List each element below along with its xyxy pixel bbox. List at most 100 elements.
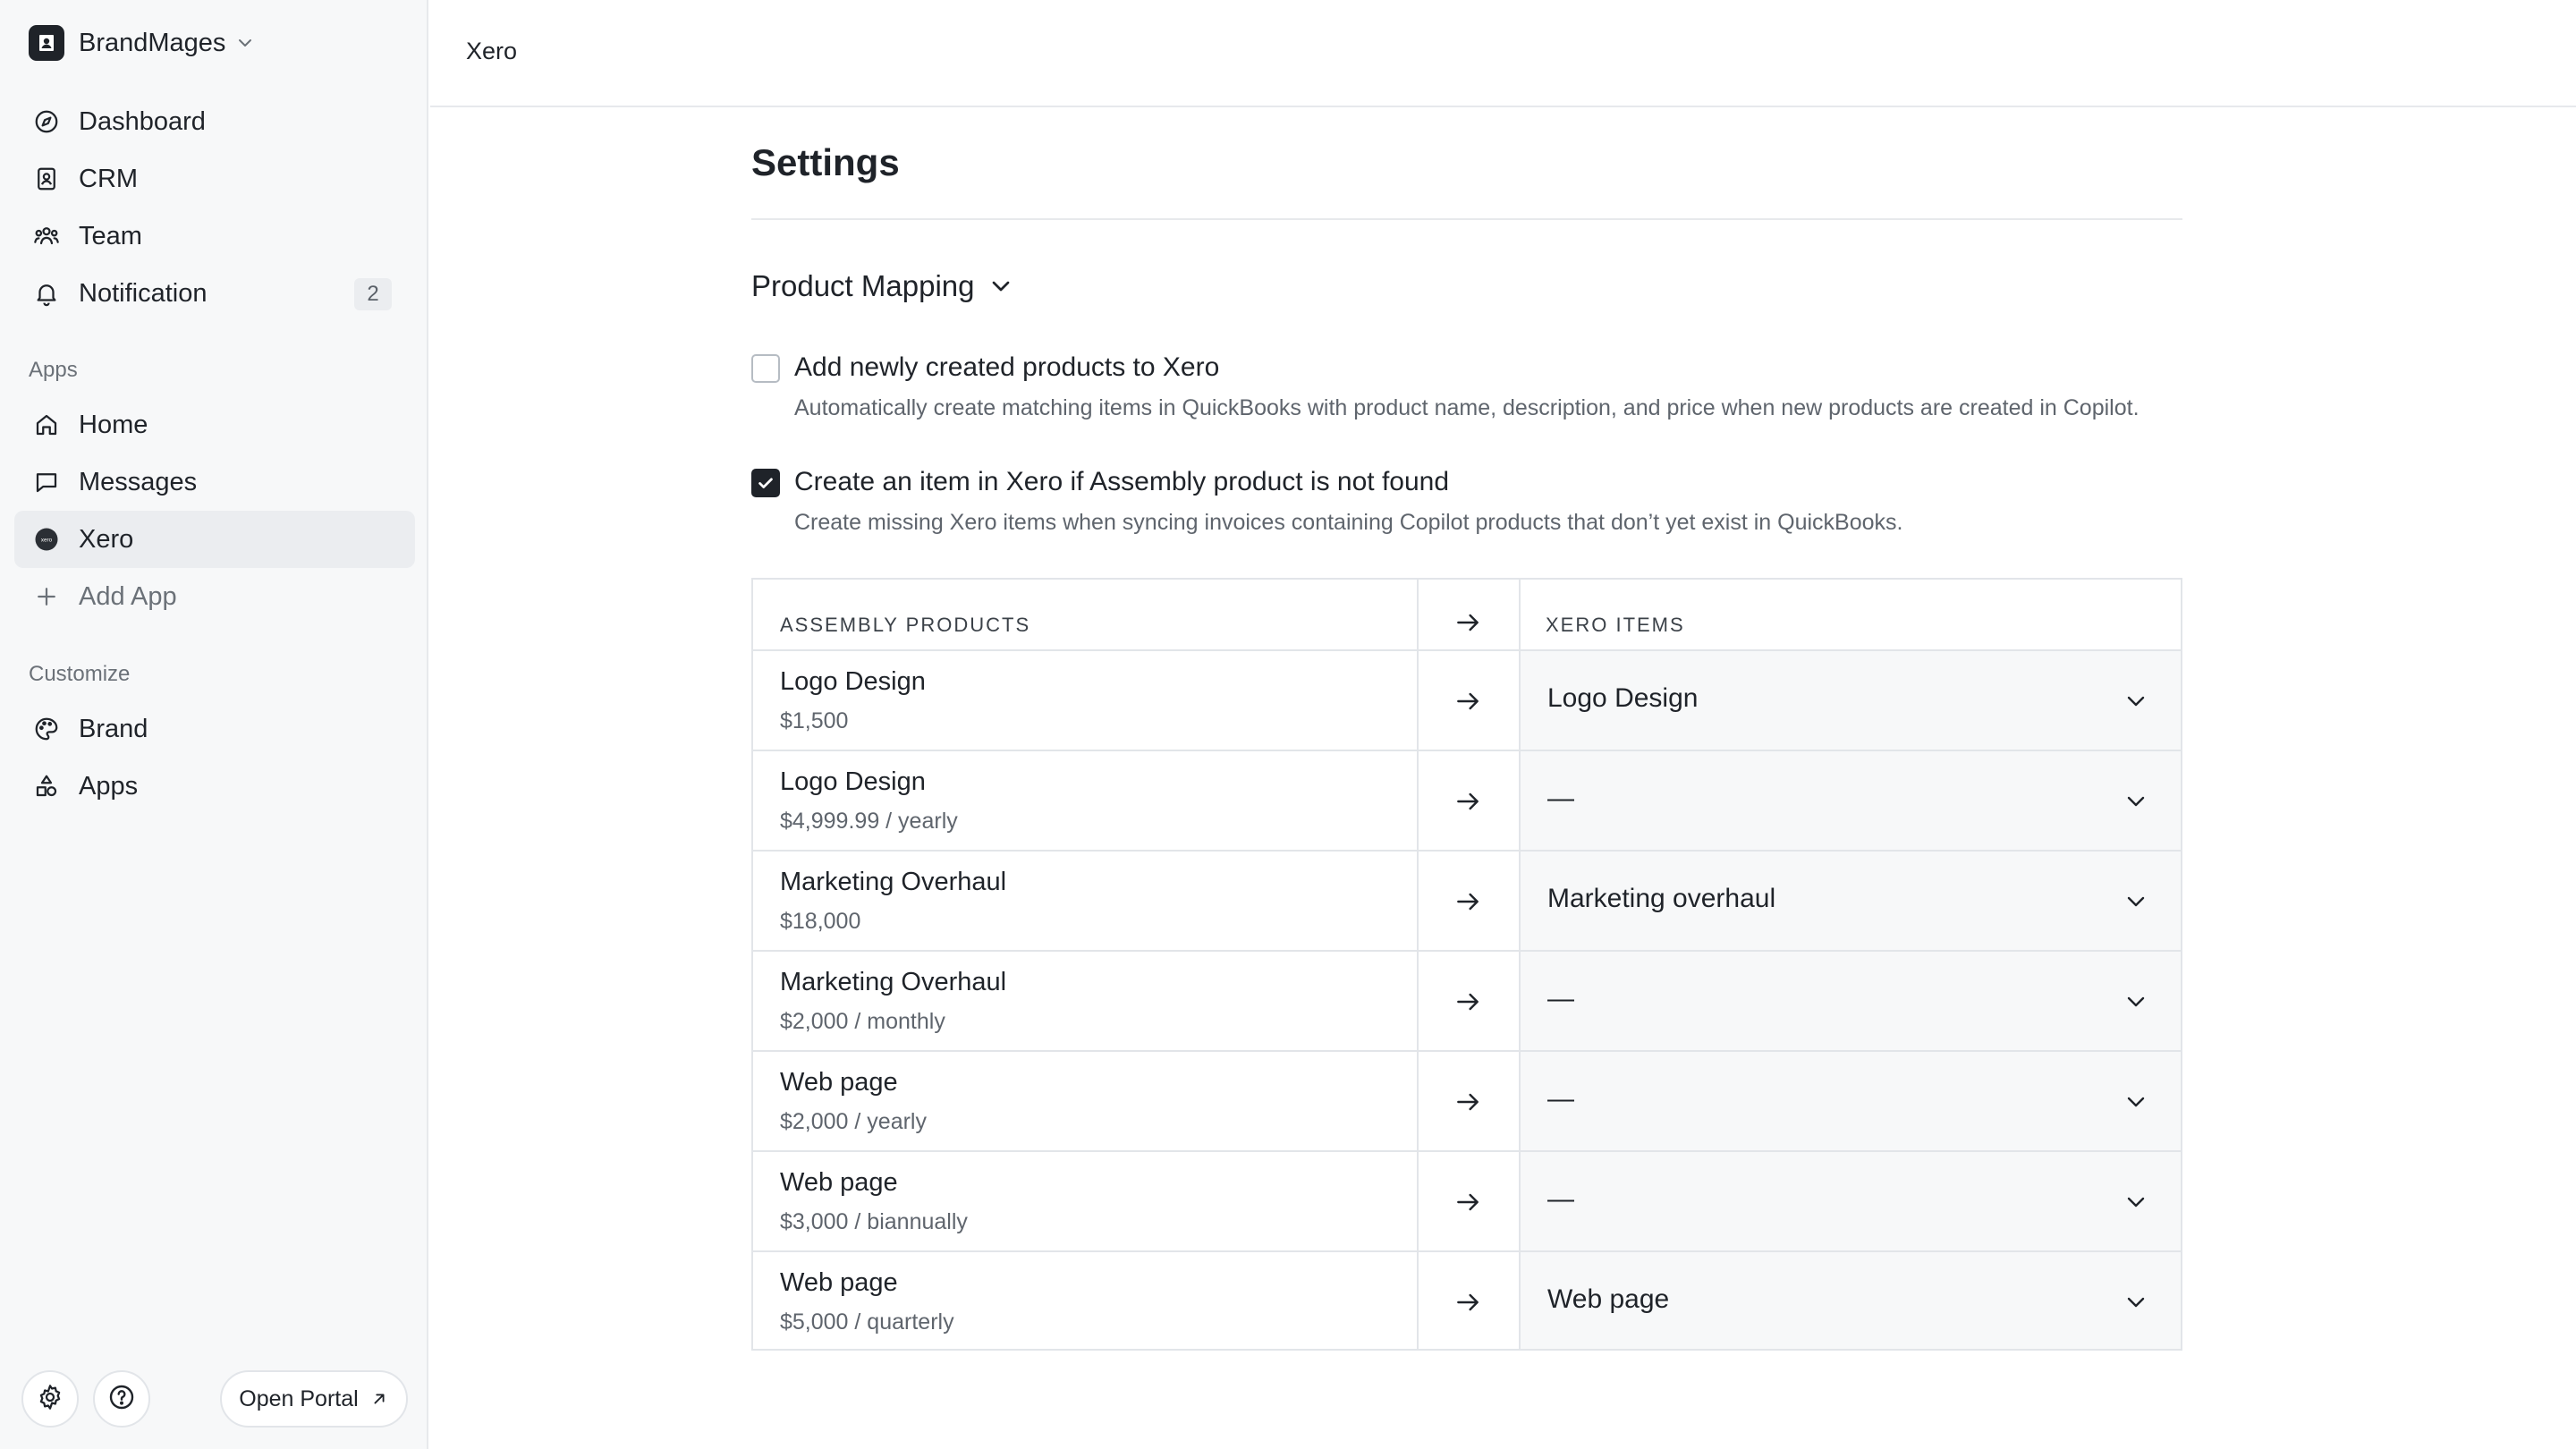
xero-item-value: — bbox=[1547, 1184, 1574, 1214]
help-button[interactable] bbox=[93, 1370, 150, 1428]
table-row: Logo Design $1,500 Logo Design bbox=[753, 651, 2181, 751]
notification-count-badge: 2 bbox=[354, 278, 392, 310]
table-row: Marketing Overhaul $2,000 / monthly — bbox=[753, 952, 2181, 1052]
xero-item-value: Marketing overhaul bbox=[1547, 884, 1776, 913]
chevron-down-icon bbox=[2127, 1097, 2145, 1107]
product-price: $2,000 / monthly bbox=[780, 1009, 945, 1034]
workspace-logo-icon bbox=[29, 25, 64, 61]
help-circle-icon bbox=[107, 1383, 136, 1416]
product-name: Web page bbox=[780, 1268, 898, 1297]
table-row: Marketing Overhaul $18,000 Marketing ove… bbox=[753, 852, 2181, 952]
xero-item-select[interactable]: Logo Design bbox=[1519, 651, 2181, 750]
svg-text:xero: xero bbox=[41, 538, 53, 544]
palette-icon bbox=[30, 713, 63, 745]
sidebar-item-team[interactable]: Team bbox=[14, 208, 415, 265]
xero-item-select[interactable]: — bbox=[1519, 1152, 2181, 1250]
product-price: $18,000 bbox=[780, 909, 861, 934]
sidebar-item-brand[interactable]: Brand bbox=[14, 700, 415, 758]
table-header: ASSEMBLY PRODUCTS XERO ITEMS bbox=[753, 580, 2181, 651]
product-mapping-table: ASSEMBLY PRODUCTS XERO ITEMS Logo Design… bbox=[751, 578, 2182, 1351]
sidebar-item-add-app[interactable]: Add App bbox=[14, 568, 415, 625]
add-new-products-checkbox[interactable] bbox=[751, 354, 780, 383]
section-title: Product Mapping bbox=[751, 269, 975, 302]
top-bar: Xero bbox=[430, 0, 2576, 107]
shapes-icon bbox=[30, 770, 63, 802]
product-name: Web page bbox=[780, 1068, 898, 1097]
sidebar-item-label: Notification bbox=[79, 278, 208, 308]
chevron-down-icon bbox=[2127, 896, 2145, 907]
product-price: $5,000 / quarterly bbox=[780, 1309, 954, 1335]
product-price: $2,000 / yearly bbox=[780, 1109, 927, 1134]
sidebar-item-apps[interactable]: Apps bbox=[14, 758, 415, 815]
checkmark-icon bbox=[758, 478, 773, 488]
table-row: Web page $3,000 / biannually — bbox=[753, 1152, 2181, 1252]
xero-item-select[interactable]: — bbox=[1519, 952, 2181, 1050]
section-label-customize: Customize bbox=[29, 662, 131, 686]
open-portal-button[interactable]: Open Portal bbox=[220, 1370, 408, 1428]
divider bbox=[751, 218, 2182, 220]
create-missing-item-checkbox[interactable] bbox=[751, 469, 780, 497]
chevron-down-icon bbox=[2127, 1197, 2145, 1208]
sidebar-item-messages[interactable]: Messages bbox=[14, 453, 415, 511]
table-row: Web page $2,000 / yearly — bbox=[753, 1052, 2181, 1152]
xero-item-value: — bbox=[1547, 784, 1574, 813]
xero-item-select[interactable]: Marketing overhaul bbox=[1519, 852, 2181, 950]
sidebar-item-label: Apps bbox=[79, 771, 139, 801]
option-description: Create missing Xero items when syncing i… bbox=[794, 510, 1903, 535]
workspace-switcher[interactable]: BrandMages bbox=[29, 23, 256, 63]
section-label-apps: Apps bbox=[29, 358, 78, 382]
contact-book-icon bbox=[30, 163, 63, 195]
sidebar-item-label: Team bbox=[79, 221, 142, 250]
column-header-xero-items: XERO ITEMS bbox=[1546, 614, 1685, 636]
sidebar-item-notification[interactable]: Notification 2 bbox=[14, 265, 415, 322]
sidebar-item-dashboard[interactable]: Dashboard bbox=[14, 93, 415, 150]
home-icon bbox=[30, 409, 63, 441]
xero-item-select[interactable]: Web page bbox=[1519, 1252, 2181, 1352]
xero-item-value: — bbox=[1547, 984, 1574, 1013]
chevron-down-icon bbox=[2127, 1297, 2145, 1308]
xero-item-select[interactable]: — bbox=[1519, 1052, 2181, 1150]
sidebar-item-xero[interactable]: xero Xero bbox=[14, 511, 415, 568]
plus-icon bbox=[30, 580, 63, 613]
compass-icon bbox=[30, 106, 63, 138]
product-price: $4,999.99 / yearly bbox=[780, 809, 958, 834]
chevron-down-icon bbox=[2127, 696, 2145, 707]
sidebar-item-label: Brand bbox=[79, 714, 148, 743]
chevron-down-icon bbox=[2127, 796, 2145, 807]
breadcrumb: Xero bbox=[466, 38, 518, 64]
arrow-right-icon bbox=[1417, 1281, 1519, 1324]
xero-item-value: — bbox=[1547, 1084, 1574, 1114]
sidebar-item-label: Add App bbox=[79, 581, 177, 611]
product-name: Web page bbox=[780, 1168, 898, 1197]
product-name: Marketing Overhaul bbox=[780, 868, 1007, 896]
column-header-assembly-products: ASSEMBLY PRODUCTS bbox=[780, 614, 1031, 636]
product-name: Logo Design bbox=[780, 667, 926, 696]
settings-button[interactable] bbox=[21, 1370, 79, 1428]
table-row: Logo Design $4,999.99 / yearly — bbox=[753, 751, 2181, 852]
arrow-right-icon bbox=[1417, 780, 1519, 823]
arrow-right-icon bbox=[1417, 601, 1519, 644]
option-description: Automatically create matching items in Q… bbox=[794, 395, 2140, 420]
table-row: Web page $5,000 / quarterly Web page bbox=[753, 1252, 2181, 1352]
xero-item-value: Logo Design bbox=[1547, 683, 1699, 713]
sidebar-item-label: Home bbox=[79, 410, 148, 439]
sidebar-item-home[interactable]: Home bbox=[14, 396, 415, 453]
bell-icon bbox=[30, 277, 63, 309]
product-mapping-toggle[interactable]: Product Mapping bbox=[751, 265, 1015, 308]
sidebar-item-label: Messages bbox=[79, 467, 198, 496]
sidebar-item-label: Dashboard bbox=[79, 106, 206, 136]
chevron-down-icon bbox=[993, 281, 1010, 292]
chevron-down-icon bbox=[2127, 996, 2145, 1007]
chat-bubble-icon bbox=[30, 466, 63, 498]
sidebar-item-label: CRM bbox=[79, 164, 139, 193]
product-name: Marketing Overhaul bbox=[780, 968, 1007, 996]
workspace-name: BrandMages bbox=[79, 28, 226, 57]
xero-item-value: Web page bbox=[1547, 1284, 1670, 1314]
gear-icon bbox=[36, 1383, 64, 1416]
arrow-right-icon bbox=[1417, 1181, 1519, 1224]
option-label: Add newly created products to Xero bbox=[794, 352, 1220, 382]
sidebar: BrandMages Dashboard CRM Team Notificati… bbox=[0, 0, 428, 1449]
sidebar-item-crm[interactable]: CRM bbox=[14, 150, 415, 208]
xero-item-select[interactable]: — bbox=[1519, 751, 2181, 850]
open-portal-label: Open Portal bbox=[239, 1385, 359, 1411]
